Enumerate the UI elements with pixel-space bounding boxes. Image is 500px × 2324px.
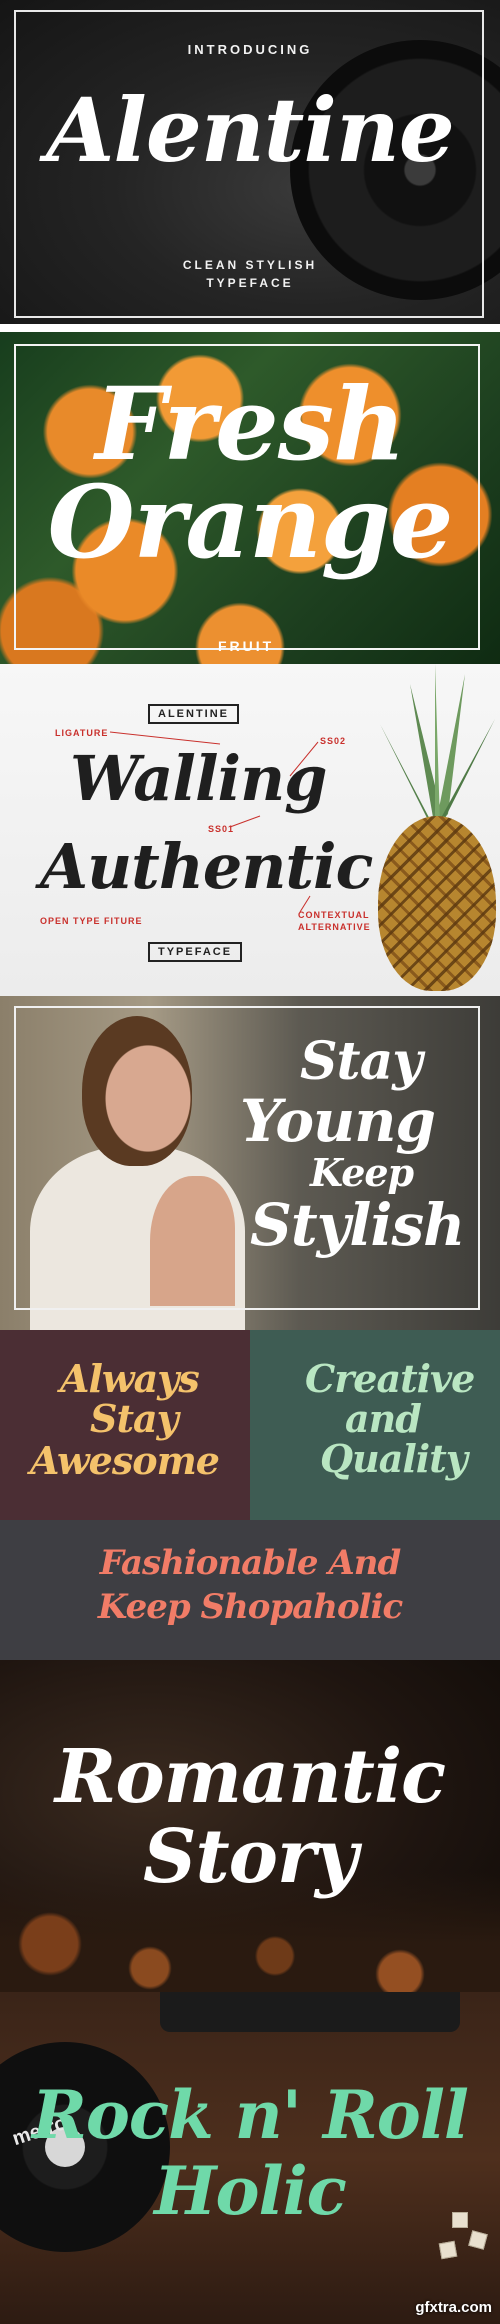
tag-typeface: TYPEFACE [148, 942, 243, 962]
typewriter-image [160, 1992, 460, 2032]
script-word-walling: Walling [70, 742, 327, 815]
script-word-authentic: Authentic [40, 830, 373, 903]
script-line-fashionable: Fashionable And [99, 1543, 402, 1583]
script-line-stylish: Stylish [250, 1191, 465, 1259]
annotation-contextual-2: ALTERNATIVE [298, 922, 371, 932]
panel-romantic-story: Romantic Story [0, 1660, 500, 1992]
script-line-shopaholic: Keep Shopaholic [97, 1587, 403, 1627]
annotation-open-type: OPEN TYPE FITURE [40, 916, 143, 926]
panel-fashionable: Fashionable And Keep Shopaholic [0, 1520, 500, 1660]
panel-rock-n-roll: metro Rock n' Roll Holic gfxtra.com [0, 1992, 500, 2324]
hero-panel-alentine: INTRODUCING Alentine CLEAN STYLISH TYPEF… [0, 0, 500, 324]
caption-fruit: FRUIT [218, 638, 275, 654]
script-line-creative: Creative [305, 1356, 475, 1401]
panel-fresh-orange: Fresh Orange FRUIT [0, 332, 500, 664]
script-line-always: Always [60, 1356, 200, 1401]
panel-walling-authentic: ALENTINE LIGATURE SS02 Walling SS01 Auth… [0, 664, 500, 996]
script-line-fresh: Fresh [95, 365, 406, 483]
script-line-awesome: Awesome [30, 1438, 220, 1483]
panel-always-stay-awesome: Always Stay Awesome [0, 1330, 250, 1520]
script-line-and: and [345, 1396, 422, 1441]
script-line-stay: Stay [90, 1396, 179, 1441]
script-line-keep: Keep [310, 1150, 414, 1195]
script-line-story: Story [143, 1814, 358, 1900]
subtitle-line-1: CLEAN STYLISH [182, 258, 318, 272]
panel-creative-quality: Creative and Quality [250, 1330, 500, 1520]
annotation-contextual-1: CONTEXTUAL [298, 910, 370, 920]
panel-stay-young: Stay Young Keep Stylish [0, 996, 500, 1330]
intro-label: INTRODUCING [187, 42, 313, 57]
script-line-rock-n-roll: Rock n' Roll [32, 2076, 469, 2154]
script-line-stay: Stay [300, 1031, 422, 1092]
script-line-holic: Holic [154, 2152, 347, 2230]
pineapple-body-image [378, 816, 496, 991]
subtitle-line-2: TYPEFACE [206, 276, 294, 290]
script-line-orange: Orange [47, 463, 454, 581]
script-line-quality: Quality [320, 1436, 468, 1481]
script-line-romantic: Romantic [54, 1734, 446, 1820]
letter-tile [468, 2230, 488, 2250]
pineapple-leaves-image [380, 664, 495, 829]
letter-tile [438, 2240, 458, 2260]
title-script: Alentine [46, 78, 455, 182]
watermark-text: gfxtra.com [415, 2299, 492, 2316]
script-line-young: Young [240, 1087, 436, 1155]
